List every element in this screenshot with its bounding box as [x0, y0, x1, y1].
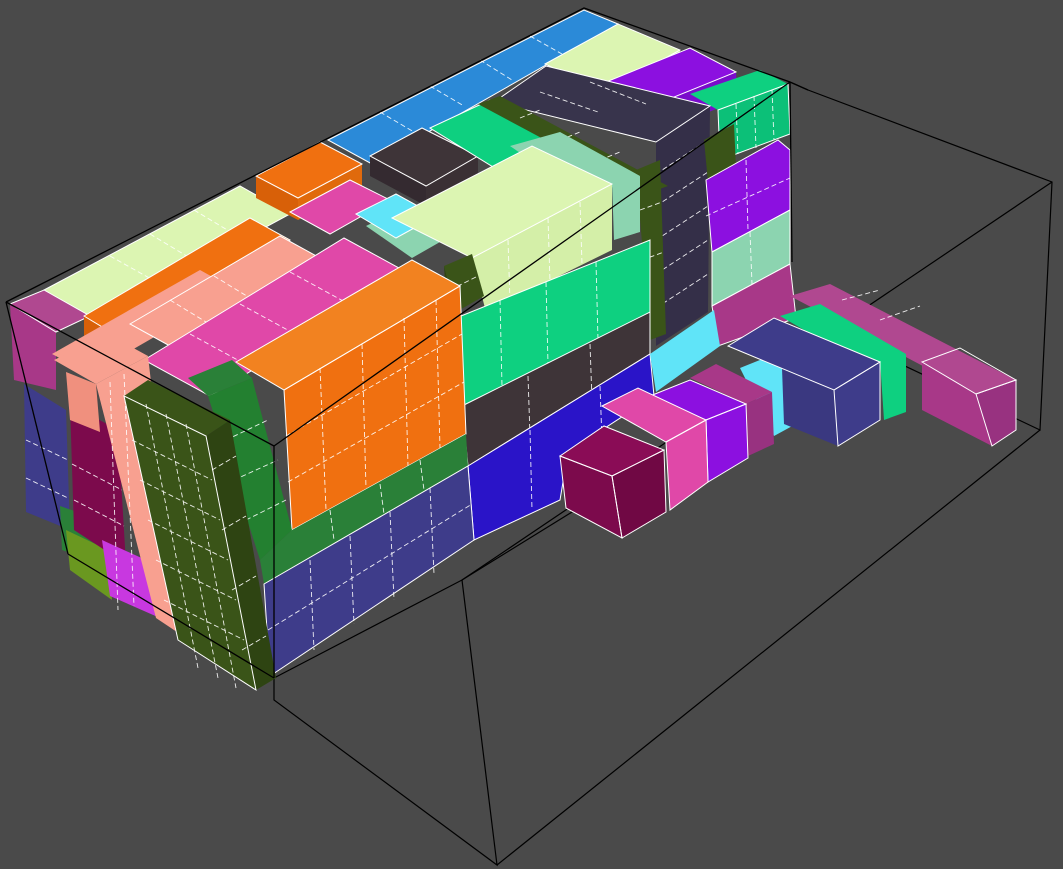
- packing-3d-viewport[interactable]: [0, 0, 1063, 869]
